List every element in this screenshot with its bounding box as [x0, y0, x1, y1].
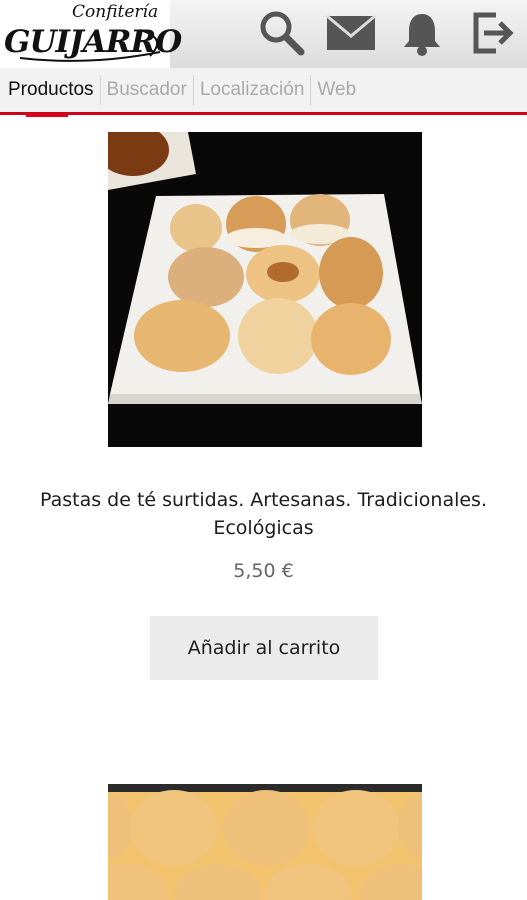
pastries-plate-photo: [108, 132, 422, 404]
tab-label: Buscador: [106, 79, 187, 100]
notifications-button[interactable]: [396, 8, 448, 58]
mail-button[interactable]: [325, 8, 377, 58]
cookies-photo: [108, 784, 422, 900]
tab-label: Localización: [199, 79, 305, 100]
bell-icon: [404, 14, 440, 56]
product-title: Pastas de té surtidas. Artesanas. Tradic…: [39, 489, 487, 539]
tab-label: Web: [317, 79, 357, 100]
tab-localizacion[interactable]: Localización: [192, 75, 311, 105]
tab-bar-divider: [0, 112, 527, 115]
tab-bar: Productos Buscador Localización Web: [0, 68, 527, 117]
tab-buscador[interactable]: Buscador: [99, 75, 193, 105]
confiteria-guijarro-logo[interactable]: Confitería GUIJARRO: [0, 0, 182, 68]
add-to-cart-button[interactable]: Añadir al carrito: [150, 616, 378, 680]
product-image[interactable]: [108, 784, 422, 900]
product-price: 5,50 €: [233, 560, 294, 582]
search-button[interactable]: [255, 8, 307, 58]
search-icon: [260, 11, 305, 56]
mail-icon: [326, 14, 376, 50]
product-image[interactable]: [108, 132, 422, 447]
logo-tagline: Confitería: [72, 2, 159, 22]
logo-brand: GUIJARRO: [4, 24, 182, 60]
app-header: Confitería GUIJARRO: [0, 0, 527, 68]
logout-icon: [473, 12, 514, 54]
logout-button[interactable]: [466, 8, 518, 58]
tab-web[interactable]: Web: [310, 75, 362, 105]
tab-label: Productos: [8, 79, 94, 100]
tab-productos[interactable]: Productos: [0, 75, 100, 117]
